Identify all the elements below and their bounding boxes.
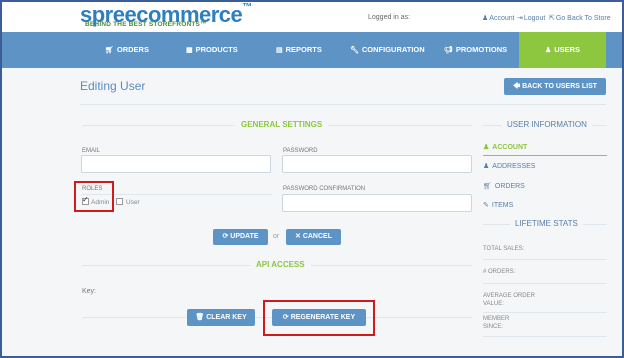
stat-divider: [483, 283, 607, 284]
close-icon: ✕: [295, 233, 303, 240]
regenerate-key-highlight-box: [263, 300, 375, 336]
nav-reports[interactable]: ▤ REPORTS: [276, 32, 322, 68]
user-icon: ♟: [544, 47, 552, 54]
nav-users[interactable]: ♟ USERS: [519, 32, 606, 68]
roles-highlight-box: [74, 181, 114, 212]
nav-products[interactable]: ▦ PRODUCTS: [186, 32, 238, 68]
nav-promotions[interactable]: 📢︎ PROMOTIONS: [444, 32, 507, 68]
sidebar-item-addresses[interactable]: ♟ ADDRESSES: [483, 162, 535, 170]
sidebar-item-account[interactable]: ♟ ACCOUNT: [483, 143, 527, 151]
email-field[interactable]: [81, 155, 271, 173]
api-access-title: API ACCESS: [250, 260, 311, 269]
user-information-title: USER INFORMATION: [502, 120, 592, 129]
stat-total-sales: TOTAL SALES:: [483, 246, 525, 252]
main-nav: 🛒︎ ORDERS ▦ PRODUCTS ▤ REPORTS 🔧︎ CONFIGURAT…: [2, 32, 622, 68]
sidebar-item-items[interactable]: ✎ ITEMS: [483, 201, 513, 209]
stat-divider: [483, 259, 607, 260]
logout-icon: ⇥: [517, 15, 523, 22]
lifetime-stats-title: LIFETIME STATS: [510, 219, 583, 228]
stat-divider: [483, 312, 607, 313]
go-back-to-store-link[interactable]: ⇱Go Back To Store: [549, 14, 611, 22]
browser-frame: spreecommerce™ BEHIND THE BEST STOREFRON…: [0, 0, 624, 358]
password-confirmation-field[interactable]: [282, 194, 472, 212]
top-header: spreecommerce™ BEHIND THE BEST STOREFRON…: [2, 2, 622, 32]
stat-orders: # ORDERS:: [483, 269, 516, 275]
grid-icon: ▦: [186, 47, 193, 54]
user-icon: ♟: [482, 15, 489, 22]
stat-average-order-value: AVERAGE ORDER VALUE:: [483, 293, 535, 307]
cart-icon: 🛒︎: [483, 183, 492, 190]
clear-key-button[interactable]: 🗑︎ CLEAR KEY: [187, 309, 255, 326]
nav-orders[interactable]: 🛒︎ ORDERS: [105, 32, 149, 68]
logo-tagline: BEHIND THE BEST STOREFRONTS™: [85, 21, 207, 28]
sidebar-item-orders[interactable]: 🛒︎ ORDERS: [483, 182, 525, 190]
trash-icon: 🗑︎: [195, 314, 207, 321]
account-link[interactable]: ♟Account: [482, 14, 515, 22]
external-link-icon: ⇱: [549, 15, 555, 22]
page-title: Editing User: [80, 79, 146, 93]
arrow-left-icon: 🡄: [512, 83, 523, 90]
password-confirmation-label: PASSWORD CONFIRMATION: [283, 186, 366, 192]
logged-in-as-text: Logged in as:: [368, 14, 411, 21]
password-field[interactable]: [282, 155, 472, 173]
or-text: or: [273, 233, 280, 240]
bullhorn-icon: 📢︎: [444, 47, 453, 54]
key-label: Key:: [82, 288, 97, 295]
file-icon: ▤: [276, 47, 283, 54]
back-to-users-list-button[interactable]: 🡄 BACK TO USERS LIST: [504, 78, 606, 95]
general-settings-title: GENERAL SETTINGS: [235, 120, 329, 129]
password-label: PASSWORD: [283, 148, 318, 154]
user-role-checkbox[interactable]: [116, 198, 123, 205]
logout-link[interactable]: ⇥Logout: [517, 14, 545, 22]
user-role-label: User: [126, 199, 140, 206]
nav-configuration[interactable]: 🔧︎ CONFIGURATION: [350, 32, 425, 68]
cart-icon: 🛒︎: [105, 47, 114, 54]
stat-member-since: MEMBER SINCE:: [483, 316, 510, 330]
wrench-icon: 🔧︎: [350, 47, 359, 54]
header-divider: [80, 104, 606, 105]
user-icon: ♟: [483, 163, 490, 170]
email-label: EMAIL: [82, 148, 101, 154]
edit-icon: ✎: [483, 202, 489, 209]
update-button[interactable]: ⟳ UPDATE: [213, 229, 268, 245]
cancel-button[interactable]: ✕ CANCEL: [286, 229, 341, 245]
stat-divider: [483, 336, 607, 337]
user-icon: ♟: [483, 144, 490, 151]
account-active-underline: [483, 155, 607, 156]
